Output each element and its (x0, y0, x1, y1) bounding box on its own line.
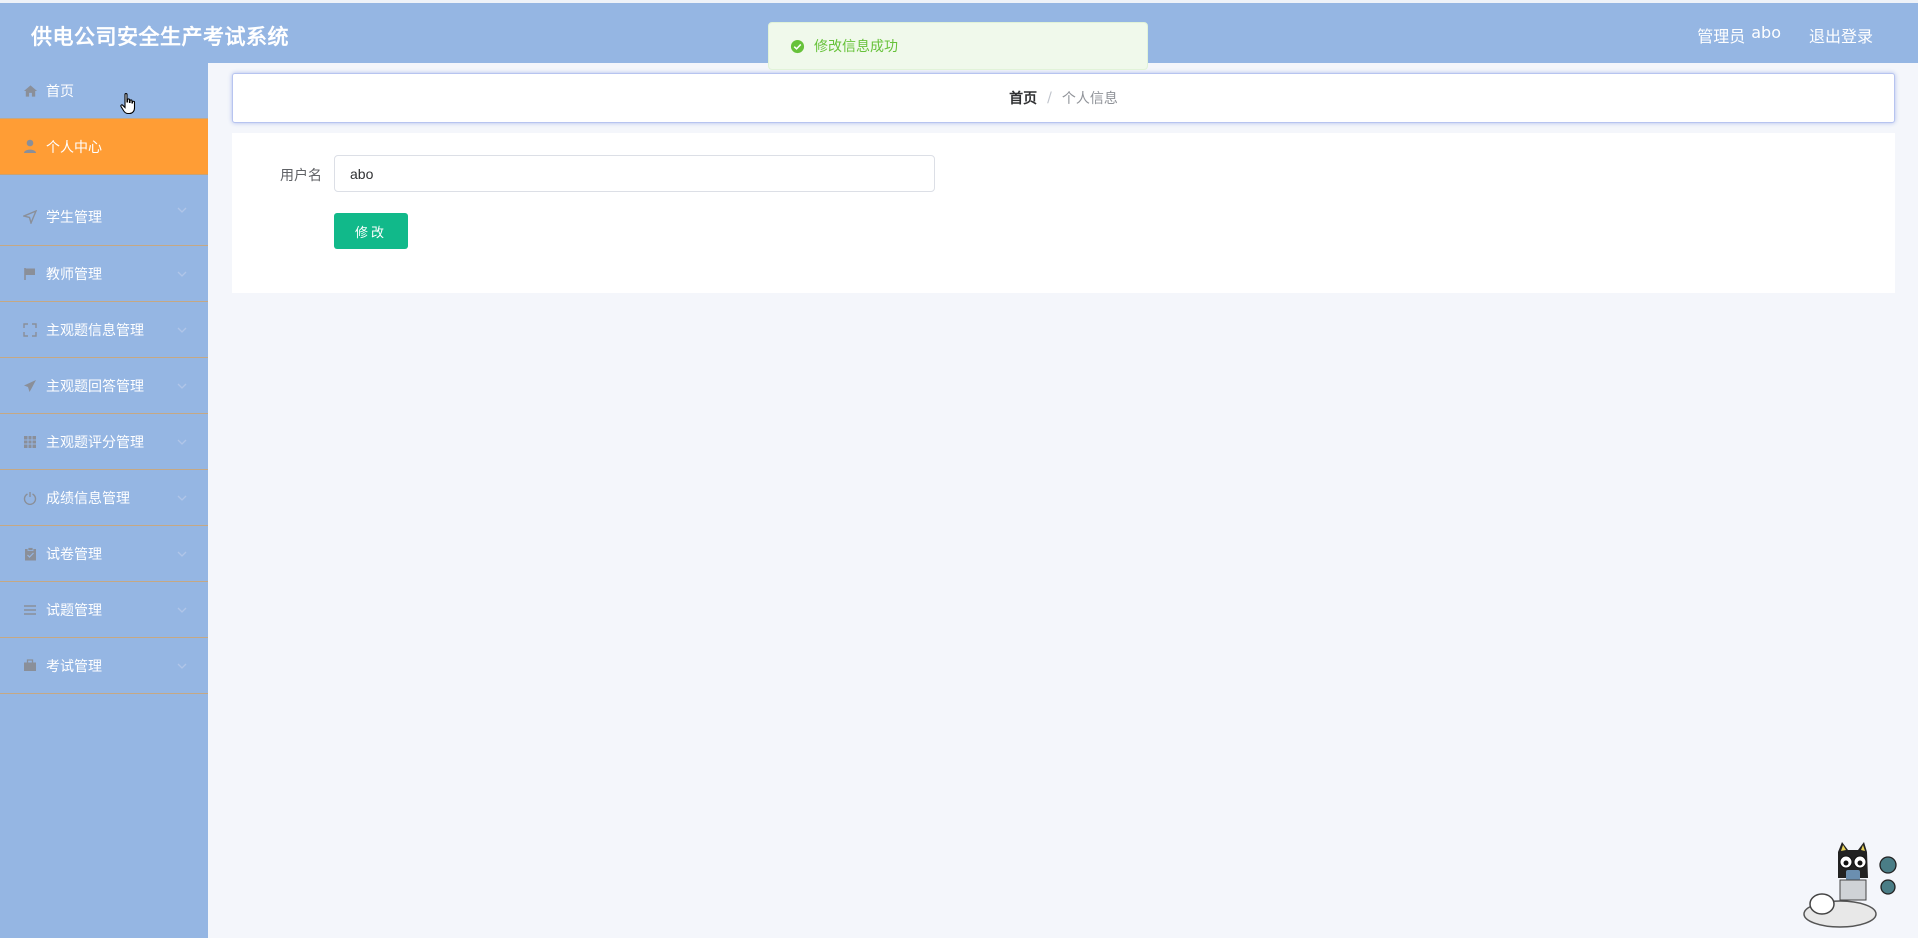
grid-icon (22, 434, 38, 450)
current-user: 管理员 abo (1697, 23, 1781, 47)
sidebar-item-label: 试题管理 (46, 602, 102, 619)
breadcrumb-separator: / (1047, 90, 1052, 106)
username-input[interactable] (334, 155, 935, 192)
app-title: 供电公司安全生产考试系统 (31, 25, 289, 49)
sidebar-item-label: 主观题信息管理 (46, 322, 144, 339)
power-icon (22, 490, 38, 506)
user-role: 管理员 (1697, 27, 1746, 46)
breadcrumb-current: 个人信息 (1061, 91, 1118, 107)
clipboard-icon (22, 546, 38, 562)
toast-message: 修改信息成功 (814, 39, 898, 55)
home-icon (22, 83, 38, 99)
user-icon (22, 139, 38, 155)
user-name: abo (1751, 23, 1781, 42)
hand-pointer-icon (120, 93, 136, 115)
chevron-down-icon (177, 607, 187, 613)
chevron-down-icon (177, 551, 187, 557)
chevron-down-icon (177, 383, 187, 389)
sidebar-item-label: 学生管理 (46, 210, 102, 226)
check-circle-icon (790, 39, 805, 53)
sidebar-item-label: 成绩信息管理 (46, 490, 130, 507)
username-label: 用户名 (280, 168, 322, 184)
chevron-down-icon (177, 495, 187, 501)
list-icon (22, 602, 38, 618)
chevron-down-icon (177, 271, 187, 277)
sidebar-item-home[interactable]: 首页 (0, 63, 208, 119)
sidebar-item-subjective-answer-management[interactable]: 主观题回答管理 (0, 358, 208, 414)
sidebar-item-label: 首页 (46, 83, 74, 100)
sidebar-item-exam-management[interactable]: 考试管理 (0, 638, 208, 694)
logout-link[interactable]: 退出登录 (1809, 23, 1873, 47)
chevron-down-icon (177, 207, 187, 213)
sidebar-item-personal-center[interactable]: 个人中心 (0, 119, 208, 175)
sidebar-item-label: 主观题回答管理 (46, 378, 144, 395)
chevron-down-icon (177, 327, 187, 333)
chevron-down-icon (177, 439, 187, 445)
sidebar-item-label: 教师管理 (46, 266, 102, 283)
sidebar-item-label: 主观题评分管理 (46, 434, 144, 451)
fullscreen-icon (22, 322, 38, 338)
sidebar-menu: 首页 个人中心 学生管理 教师管理 主观题信息管理 主观题回答管理 主观题评分管… (0, 63, 208, 938)
sidebar-item-subjective-info-management[interactable]: 主观题信息管理 (0, 302, 208, 358)
flag-icon (22, 266, 38, 282)
sidebar-item-subjective-score-management[interactable]: 主观题评分管理 (0, 414, 208, 470)
cat-mascot-icon[interactable] (1800, 840, 1900, 930)
briefcase-icon (22, 658, 38, 674)
sidebar-item-question-management[interactable]: 试题管理 (0, 582, 208, 638)
navigation-arrow-icon (22, 209, 38, 225)
profile-form: 用户名 修改 (232, 133, 1895, 293)
sidebar-item-label: 试卷管理 (46, 546, 102, 563)
sidebar-item-grade-info-management[interactable]: 成绩信息管理 (0, 470, 208, 526)
sidebar-item-label: 考试管理 (46, 658, 102, 675)
modify-button[interactable]: 修改 (334, 213, 408, 249)
paper-plane-icon (22, 378, 38, 394)
success-toast: 修改信息成功 (768, 22, 1148, 70)
breadcrumb: 首页 / 个人信息 (232, 73, 1895, 123)
sidebar-item-paper-management[interactable]: 试卷管理 (0, 526, 208, 582)
chevron-down-icon (177, 663, 187, 669)
sidebar-item-label: 个人中心 (46, 139, 102, 156)
sidebar-item-teacher-management[interactable]: 教师管理 (0, 246, 208, 302)
sidebar-item-student-management[interactable]: 学生管理 (0, 175, 208, 246)
breadcrumb-home[interactable]: 首页 (1009, 88, 1037, 108)
user-area: 管理员 abo 退出登录 (1697, 23, 1873, 47)
